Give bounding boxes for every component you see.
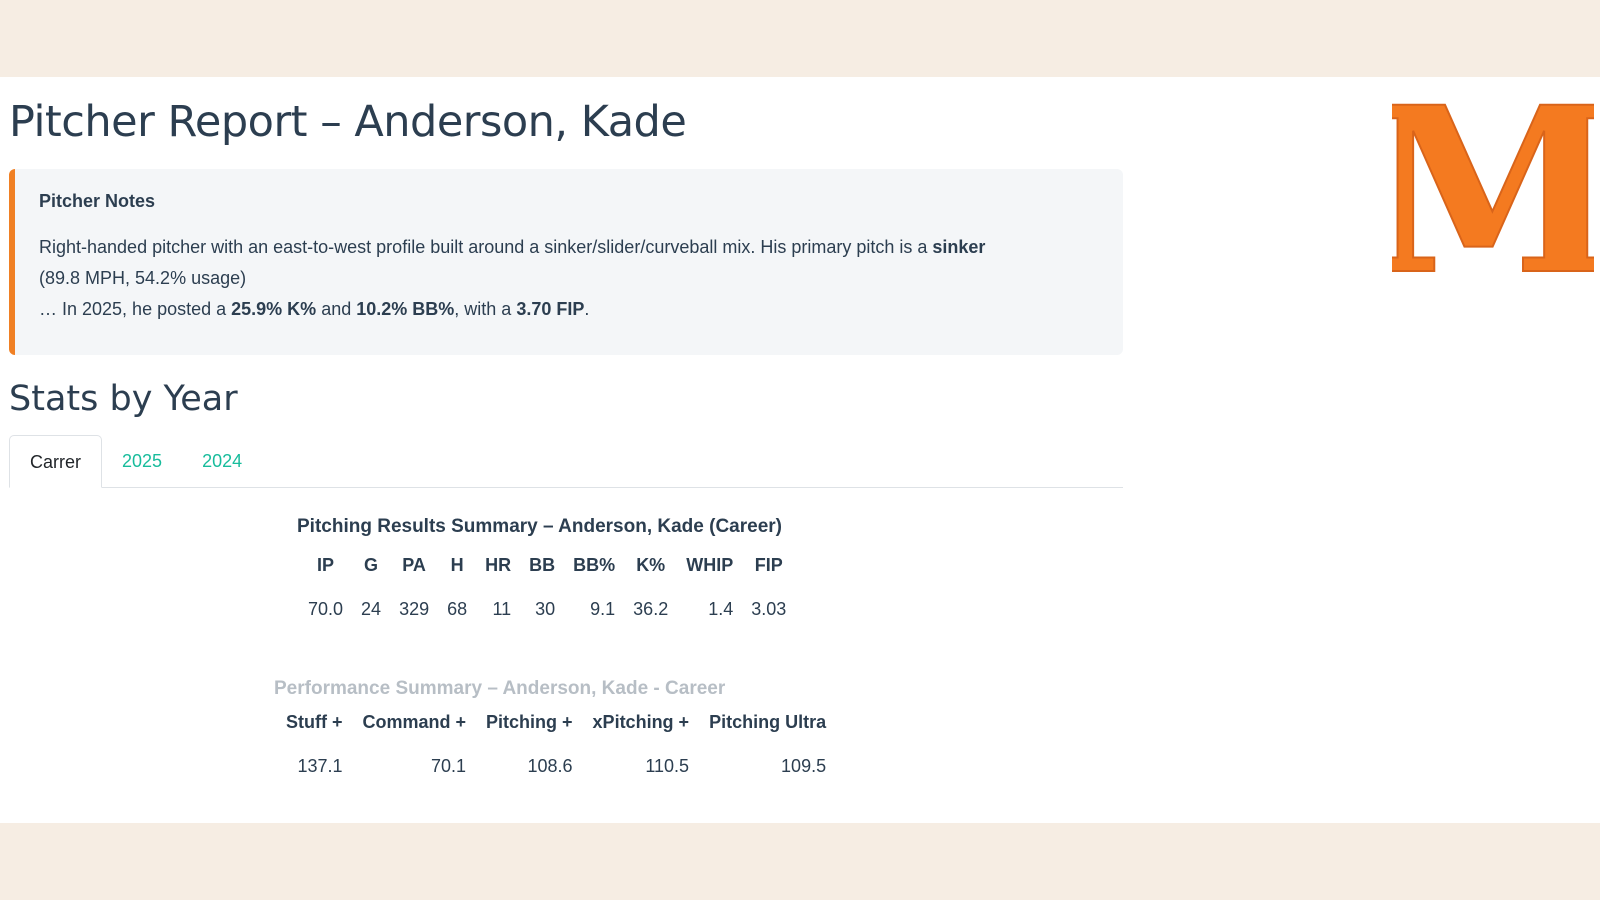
table-cell: 30 — [535, 598, 556, 619]
column-header: FIP — [754, 554, 783, 575]
column-header: xPitching + — [592, 711, 690, 732]
pitcher-notes-card: Pitcher Notes Right-handed pitcher with … — [9, 169, 1123, 355]
table-cell: 1.4 — [708, 598, 734, 619]
tab-career[interactable]: Carrer — [9, 435, 103, 488]
column-header: G — [364, 554, 379, 575]
team-logo: M — [1366, 56, 1600, 326]
notes-bb-pct: 10.2% BB% — [356, 299, 455, 319]
page-title: Pitcher Report – Anderson, Kade — [9, 97, 687, 147]
tab-2024[interactable]: 2024 — [182, 435, 262, 487]
table-row: 70.0 24 329 68 11 30 9.1 36.2 1.4 3.03 — [299, 587, 795, 631]
pitcher-notes-body: Right-handed pitcher with an east-to-wes… — [39, 232, 1099, 325]
table-header-row: Stuff + Command + Pitching + xPitching +… — [276, 700, 836, 744]
table-header-row: IP G PA H HR BB BB% K% WHIP FIP — [299, 543, 795, 587]
old-english-m-logo: M — [1366, 56, 1600, 326]
table-cell: 329 — [399, 598, 430, 619]
year-tabs: Carrer 2025 2024 — [9, 435, 1123, 488]
column-header: IP — [317, 554, 335, 575]
stats-by-year-title: Stats by Year — [9, 379, 238, 419]
column-header: Pitching + — [486, 711, 573, 732]
table-cell: 108.6 — [527, 755, 573, 776]
column-header: PA — [402, 554, 426, 575]
column-header: K% — [636, 554, 666, 575]
notes-with-text: , with a — [454, 299, 517, 319]
notes-line2-text: (89.8 MPH, 54.2% usage) — [39, 268, 247, 288]
performance-summary-table: Stuff + Command + Pitching + xPitching +… — [276, 700, 836, 788]
table-cell: 70.0 — [308, 598, 344, 619]
notes-and-text: and — [316, 299, 357, 319]
column-header: BB% — [573, 554, 616, 575]
column-header: Command + — [362, 711, 467, 732]
notes-primary-pitch: sinker — [932, 237, 986, 257]
table-cell: 11 — [492, 598, 512, 619]
notes-k-pct: 25.9% K% — [231, 299, 317, 319]
notes-fip: 3.70 FIP — [516, 299, 585, 319]
column-header: HR — [485, 554, 512, 575]
table-cell: 110.5 — [645, 755, 690, 776]
table-cell: 109.5 — [781, 755, 827, 776]
column-header: Pitching Ultra — [709, 711, 827, 732]
notes-line3-prefix: … In 2025, he posted a — [39, 299, 232, 319]
svg-text:M: M — [1392, 89, 1594, 289]
table-cell: 70.1 — [430, 755, 467, 776]
pitching-results-table: IP G PA H HR BB BB% K% WHIP FIP 70.0 24 … — [299, 543, 795, 631]
column-header: BB — [529, 554, 556, 575]
notes-end-text: . — [584, 299, 590, 319]
table-cell: 9.1 — [590, 598, 616, 619]
table-cell: 137.1 — [297, 755, 343, 776]
column-header: H — [450, 554, 464, 575]
column-header: WHIP — [686, 554, 734, 575]
pitcher-notes-heading: Pitcher Notes — [39, 191, 156, 211]
report-page: Pitcher Report – Anderson, Kade Pitcher … — [0, 56, 1600, 823]
pitching-results-title: Pitching Results Summary – Anderson, Kad… — [297, 516, 782, 537]
tab-2025[interactable]: 2025 — [102, 435, 182, 487]
table-cell: 3.03 — [751, 598, 787, 619]
table-cell: 24 — [361, 598, 382, 619]
table-row: 137.1 70.1 108.6 110.5 109.5 — [276, 744, 836, 788]
table-cell: 68 — [447, 598, 468, 619]
notes-line1-text: Right-handed pitcher with an east-to-wes… — [39, 237, 933, 257]
performance-summary-title: Performance Summary – Anderson, Kade - C… — [274, 678, 726, 699]
column-header: Stuff + — [286, 711, 343, 732]
table-cell: 36.2 — [633, 598, 669, 619]
